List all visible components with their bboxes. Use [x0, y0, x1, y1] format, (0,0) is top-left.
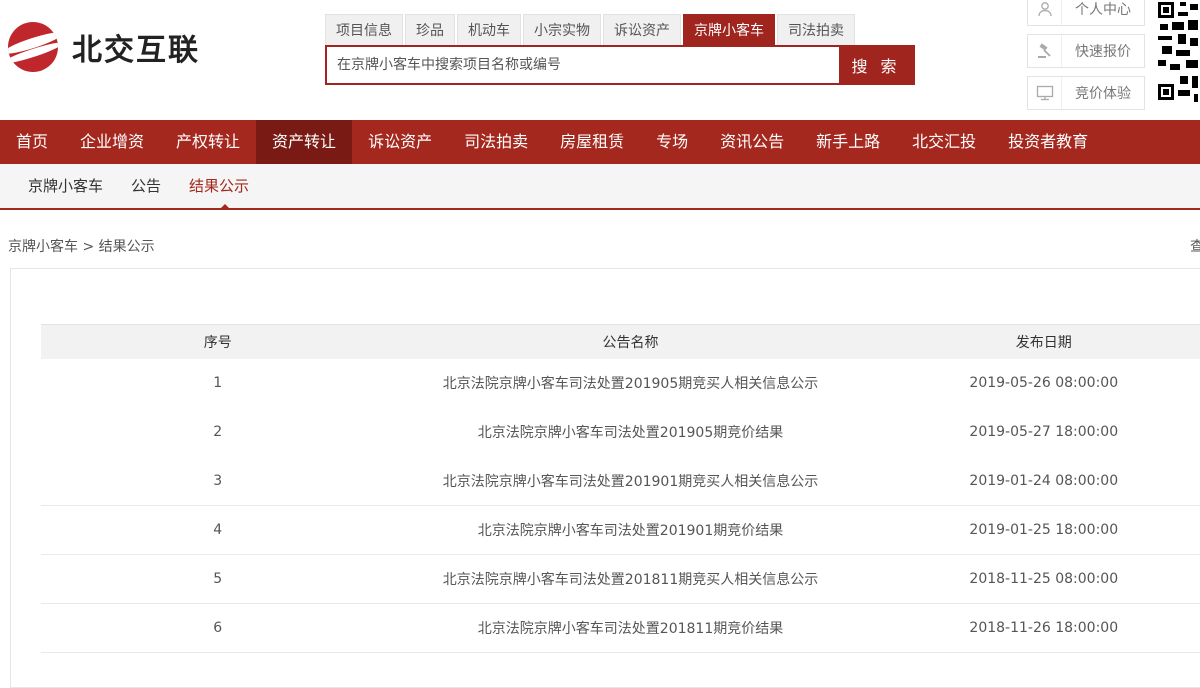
header-title: 公告名称	[394, 324, 867, 359]
subnav-beijing-car-plate[interactable]: 京牌小客车	[0, 164, 131, 208]
quick-links: 个人中心 快速报价 竞价体验	[1027, 0, 1145, 118]
nav-asset-transfer[interactable]: 资产转让	[256, 120, 353, 164]
table-row: 4 北京法院京牌小客车司法处置201901期竞价结果 2019-01-25 18…	[41, 505, 1200, 555]
table-row: 2 北京法院京牌小客车司法处置201905期竞价结果 2019-05-27 18…	[41, 408, 1200, 457]
subnav-beijing-car-plate-label: 京牌小客车	[28, 177, 104, 195]
row-date: 2018-11-26 18:00:00	[866, 603, 1200, 653]
sub-nav: 京牌小客车 公告 结果公示	[0, 164, 1200, 210]
table-row: 3 北京法院京牌小客车司法处置201901期竞买人相关信息公示 2019-01-…	[41, 456, 1200, 506]
search-tab-litigation-assets[interactable]: 诉讼资产	[603, 14, 681, 46]
row-index: 4	[41, 505, 395, 555]
site-logo[interactable]: 北交互联	[8, 22, 200, 72]
nav-equity-transfer[interactable]: 产权转让	[160, 120, 256, 164]
nav-cbex-investment[interactable]: 北交汇投	[896, 120, 992, 164]
monitor-icon	[1028, 77, 1062, 109]
search-tab-motor-vehicle[interactable]: 机动车	[457, 14, 521, 46]
nav-judicial-auction[interactable]: 司法拍卖	[448, 120, 544, 164]
table-row: 1 北京法院京牌小客车司法处置201905期竞买人相关信息公示 2019-05-…	[41, 359, 1200, 408]
row-title-link[interactable]: 北京法院京牌小客车司法处置201811期竞价结果	[394, 603, 867, 653]
search-tab-small-goods[interactable]: 小宗实物	[523, 14, 601, 46]
qr-code-icon	[1156, 0, 1200, 104]
personal-center-link[interactable]: 个人中心	[1027, 0, 1145, 26]
gavel-icon	[1028, 35, 1062, 67]
nav-special-session[interactable]: 专场	[640, 120, 704, 164]
row-date: 2019-05-26 08:00:00	[969, 375, 1119, 391]
row-date: 2019-01-24 08:00:00	[866, 456, 1200, 506]
row-index: 2	[213, 424, 223, 440]
subnav-results-label: 结果公示	[189, 177, 250, 195]
results-panel: 序号 公告名称 发布日期 1 北京法院京牌小客车司法处置201905期竞买人相关…	[10, 268, 1200, 688]
row-date: 2018-11-25 08:00:00	[866, 554, 1200, 604]
user-icon	[1028, 0, 1062, 25]
row-index: 5	[41, 554, 395, 604]
row-title-link[interactable]: 北京法院京牌小客车司法处置201905期竞价结果	[395, 408, 867, 457]
search-tab-project-info[interactable]: 项目信息	[325, 14, 403, 46]
row-index: 1	[213, 375, 223, 391]
subnav-announcements[interactable]: 公告	[131, 164, 189, 208]
active-caret-icon	[219, 204, 232, 210]
row-title-link[interactable]: 北京法院京牌小客车司法处置201811期竞买人相关信息公示	[394, 554, 867, 604]
logo-mark-icon	[8, 22, 58, 72]
search-category-tabs: 项目信息 珍品 机动车 小宗实物 诉讼资产 京牌小客车 司法拍卖	[325, 14, 857, 46]
bidding-experience-link[interactable]: 竞价体验	[1027, 76, 1145, 110]
row-index: 6	[41, 603, 395, 653]
search-input[interactable]	[327, 47, 839, 83]
table-header-row: 序号 公告名称 发布日期	[41, 324, 1200, 359]
header-index: 序号	[41, 324, 395, 359]
quick-quote-link[interactable]: 快速报价	[1027, 34, 1145, 68]
nav-litigation-assets[interactable]: 诉讼资产	[352, 120, 448, 164]
nav-beginner-guide[interactable]: 新手上路	[800, 120, 896, 164]
row-title-link[interactable]: 北京法院京牌小客车司法处置201901期竞价结果	[394, 505, 867, 555]
breadcrumb: 京牌小客车 > 结果公示	[8, 239, 155, 255]
row-title-link[interactable]: 北京法院京牌小客车司法处置201905期竞买人相关信息公示	[395, 359, 867, 408]
bidding-experience-label: 竞价体验	[1075, 86, 1131, 102]
row-index: 3	[41, 456, 395, 506]
row-date: 2019-01-25 18:00:00	[866, 505, 1200, 555]
nav-news[interactable]: 资讯公告	[704, 120, 800, 164]
table-row: 5 北京法院京牌小客车司法处置201811期竞买人相关信息公示 2018-11-…	[41, 554, 1200, 604]
search-tab-treasures[interactable]: 珍品	[405, 14, 455, 46]
search-bar: 搜 索	[325, 45, 915, 85]
table-row: 6 北京法院京牌小客车司法处置201811期竞价结果 2018-11-26 18…	[41, 603, 1200, 653]
subnav-results[interactable]: 结果公示	[189, 164, 277, 210]
logo-text: 北交互联	[72, 33, 200, 68]
nav-capital-increase[interactable]: 企业增资	[64, 120, 160, 164]
row-title-link[interactable]: 北京法院京牌小客车司法处置201901期竞买人相关信息公示	[394, 456, 867, 506]
row-date: 2019-05-27 18:00:00	[969, 424, 1119, 440]
edge-clipped-text[interactable]: 查	[1190, 236, 1200, 256]
search-tab-beijing-car-plate[interactable]: 京牌小客车	[683, 14, 775, 46]
nav-home[interactable]: 首页	[0, 120, 64, 164]
header-date: 发布日期	[866, 324, 1200, 359]
nav-housing-rental[interactable]: 房屋租赁	[544, 120, 640, 164]
personal-center-label: 个人中心	[1075, 2, 1131, 18]
search-tab-judicial-auction[interactable]: 司法拍卖	[777, 14, 855, 46]
nav-investor-education[interactable]: 投资者教育	[992, 120, 1104, 164]
subnav-announcements-label: 公告	[131, 177, 162, 195]
main-nav: 首页 企业增资 产权转让 资产转让 诉讼资产 司法拍卖 房屋租赁 专场 资讯公告…	[0, 120, 1200, 164]
quick-quote-label: 快速报价	[1075, 44, 1131, 60]
results-table: 序号 公告名称 发布日期 1 北京法院京牌小客车司法处置201905期竞买人相关…	[41, 324, 1200, 653]
site-header: 北交互联 项目信息 珍品 机动车 小宗实物 诉讼资产 京牌小客车 司法拍卖 搜 …	[0, 0, 1200, 120]
search-button[interactable]: 搜 索	[839, 47, 913, 83]
